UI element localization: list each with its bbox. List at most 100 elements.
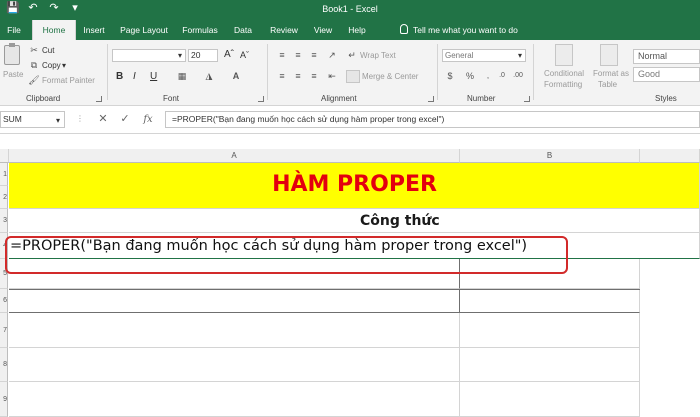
lightbulb-icon — [400, 24, 408, 34]
subtitle-cell[interactable] — [9, 209, 700, 233]
format-as-table-label[interactable]: Format as — [593, 69, 629, 78]
align-middle-icon[interactable]: ≡ — [292, 49, 304, 61]
column-header-a[interactable]: A — [9, 149, 460, 163]
cell-b7[interactable] — [460, 313, 640, 348]
tab-data[interactable]: Data — [228, 20, 258, 40]
font-size-dropdown[interactable]: 20 — [188, 49, 218, 62]
currency-icon[interactable]: $ — [444, 70, 456, 82]
row-header-2[interactable]: 2 — [0, 186, 8, 209]
window-title: Book1 - Excel — [322, 4, 378, 14]
font-launcher-icon[interactable] — [258, 96, 264, 102]
more-options-icon: ⋮ — [76, 114, 84, 123]
row-header-3[interactable]: 3 — [0, 209, 8, 233]
orientation-icon[interactable]: ↗ — [326, 49, 338, 61]
tab-file[interactable]: File — [0, 20, 28, 40]
underline-button[interactable]: U — [150, 71, 157, 82]
row-header-1[interactable]: 1 — [0, 163, 8, 186]
conditional-formatting-label-2[interactable]: Formatting — [544, 80, 582, 89]
copy-icon[interactable]: ⧉ — [28, 59, 40, 71]
cut-icon[interactable]: ✂ — [28, 44, 40, 56]
row-header-9[interactable]: 9 — [0, 382, 8, 417]
align-center-icon[interactable]: ≡ — [292, 70, 304, 82]
bold-button[interactable]: B — [116, 71, 123, 82]
decrease-font-icon[interactable]: Aˇ — [240, 50, 249, 60]
style-normal[interactable]: Normal — [633, 49, 700, 64]
format-painter-icon[interactable]: 🖌 — [28, 74, 40, 86]
alignment-group-label: Alignment — [321, 94, 357, 103]
tab-review[interactable]: Review — [265, 20, 303, 40]
wrap-text-button[interactable]: Wrap Text — [360, 51, 396, 60]
divider — [533, 44, 534, 100]
cell-b6[interactable] — [460, 289, 640, 313]
column-header-c[interactable] — [640, 149, 700, 163]
tab-formulas[interactable]: Formulas — [178, 20, 222, 40]
tab-page-layout[interactable]: Page Layout — [115, 20, 173, 40]
borders-icon[interactable]: ▦ — [176, 70, 188, 82]
column-header-b[interactable]: B — [460, 149, 640, 163]
cancel-icon[interactable]: ✕ — [96, 111, 110, 128]
indent-icon[interactable]: ⇤ — [326, 70, 338, 82]
tell-me-search[interactable]: Tell me what you want to do — [400, 20, 518, 40]
percent-icon[interactable]: % — [464, 70, 476, 82]
format-as-table-label-2[interactable]: Table — [598, 80, 617, 89]
tab-help[interactable]: Help — [342, 20, 372, 40]
chevron-down-icon: ▾ — [518, 51, 523, 60]
align-bottom-icon[interactable]: ≡ — [308, 49, 320, 61]
number-launcher-icon[interactable] — [524, 96, 530, 102]
style-good[interactable]: Good — [633, 67, 700, 82]
conditional-formatting-label[interactable]: Conditional — [544, 69, 584, 78]
copy-dropdown-icon[interactable]: ▾ — [62, 61, 66, 70]
paste-button[interactable]: Paste — [3, 70, 23, 79]
ribbon: Paste ✂ Cut ⧉ Copy ▾ 🖌 Format Painter Cl… — [0, 40, 700, 106]
divider — [267, 44, 268, 100]
format-as-table-icon[interactable] — [600, 44, 618, 66]
paste-icon[interactable] — [4, 43, 20, 65]
alignment-launcher-icon[interactable] — [428, 96, 434, 102]
conditional-formatting-icon[interactable] — [555, 44, 573, 66]
formula-input[interactable]: =PROPER("Bạn đang muốn học cách sử dụng … — [165, 111, 700, 128]
select-all-corner[interactable] — [0, 149, 9, 163]
annotation-highlight — [5, 236, 568, 274]
font-color-icon[interactable]: A — [230, 70, 242, 82]
wrap-text-icon[interactable]: ↵ — [346, 49, 358, 61]
comma-style-icon[interactable]: , — [482, 70, 494, 82]
cell-a9[interactable] — [9, 382, 460, 417]
increase-decimal-icon[interactable]: .0 — [496, 70, 508, 82]
row-header-7[interactable]: 7 — [0, 313, 8, 348]
cut-button[interactable]: Cut — [42, 46, 54, 55]
align-right-icon[interactable]: ≡ — [308, 70, 320, 82]
cell-a7[interactable] — [9, 313, 460, 348]
tab-home[interactable]: Home — [32, 20, 76, 40]
clipboard-group-label: Clipboard — [26, 94, 61, 103]
font-name-dropdown[interactable] — [112, 49, 186, 62]
enter-icon[interactable]: ✓ — [118, 111, 132, 128]
align-top-icon[interactable]: ≡ — [276, 49, 288, 61]
row-header-8[interactable]: 8 — [0, 348, 8, 382]
format-painter-button[interactable]: Format Painter — [42, 76, 95, 85]
cell-b9[interactable] — [460, 382, 640, 417]
worksheet-grid[interactable]: A B 1 2 3 4 5 6 7 8 9 HÀM PROPER Công th… — [0, 140, 700, 417]
cell-a8[interactable] — [9, 348, 460, 382]
tab-insert[interactable]: Insert — [78, 20, 110, 40]
cell-a6[interactable] — [9, 289, 460, 313]
merge-center-button[interactable]: Merge & Center — [362, 72, 418, 81]
clipboard-launcher-icon[interactable] — [96, 96, 102, 102]
copy-button[interactable]: Copy — [42, 61, 61, 70]
align-left-icon[interactable]: ≡ — [276, 70, 288, 82]
number-format-dropdown[interactable]: General — [442, 49, 526, 62]
row-header-6[interactable]: 6 — [0, 289, 8, 313]
chevron-down-icon: ▾ — [178, 51, 183, 60]
styles-group-label: Styles — [655, 94, 677, 103]
italic-button[interactable]: I — [133, 71, 136, 82]
tab-view[interactable]: View — [308, 20, 338, 40]
ribbon-tabs: File Home Insert Page Layout Formulas Da… — [0, 20, 700, 40]
fill-color-icon[interactable]: ◮ — [203, 70, 215, 82]
merge-center-icon[interactable] — [346, 70, 360, 83]
decrease-decimal-icon[interactable]: .00 — [512, 70, 524, 82]
increase-font-icon[interactable]: Aˆ — [224, 49, 234, 60]
insert-function-button[interactable]: fx — [141, 111, 155, 128]
font-group-label: Font — [163, 94, 180, 103]
cell-b8[interactable] — [460, 348, 640, 382]
divider — [437, 44, 438, 100]
number-group-label: Number — [467, 94, 496, 103]
